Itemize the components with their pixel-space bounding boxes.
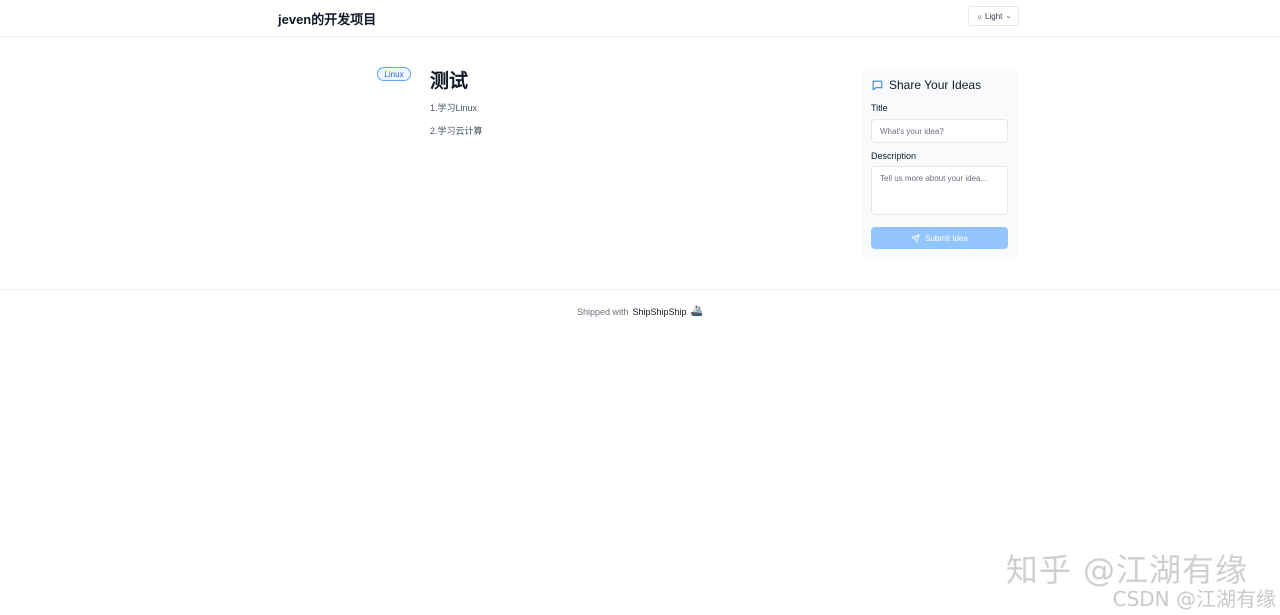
- site-header: jeven的开发项目 ☼ Light ⌄: [0, 0, 1280, 37]
- share-ideas-card: Share Your Ideas Title Description Submi…: [861, 67, 1018, 260]
- title-label: Title: [871, 103, 888, 113]
- site-footer: Shipped with ShipShipShip 🚢: [0, 289, 1280, 333]
- share-ideas-title: Share Your Ideas: [889, 78, 982, 92]
- message-square-icon: [872, 80, 883, 90]
- site-title[interactable]: jeven的开发项目: [278, 9, 376, 28]
- chevron-down-icon: ⌄: [1005, 13, 1012, 20]
- idea-description-input[interactable]: [871, 166, 1008, 215]
- footer-prefix: Shipped with: [576, 306, 629, 317]
- submit-idea-label: Submit Idea: [925, 233, 968, 243]
- theme-toggle-label: Light: [985, 11, 1003, 21]
- share-ideas-heading: Share Your Ideas: [871, 78, 981, 92]
- post-line: 1.学习Linux: [430, 103, 478, 113]
- submit-idea-button[interactable]: Submit Idea: [871, 227, 1008, 249]
- post-line: 2.学习云计算: [430, 126, 483, 136]
- csdn-watermark: CSDN @江湖有缘: [1112, 587, 1276, 611]
- theme-toggle-button[interactable]: ☼ Light ⌄: [968, 6, 1019, 26]
- send-icon: [911, 233, 920, 243]
- post-tag[interactable]: Linux: [377, 67, 411, 81]
- idea-title-input[interactable]: [871, 119, 1008, 143]
- description-label: Description: [871, 151, 917, 161]
- shipshipship-link[interactable]: ShipShipShip: [633, 307, 687, 317]
- post-title: 测试: [430, 71, 469, 92]
- sun-icon: ☼: [975, 11, 984, 21]
- ship-icon: 🚢: [690, 306, 704, 317]
